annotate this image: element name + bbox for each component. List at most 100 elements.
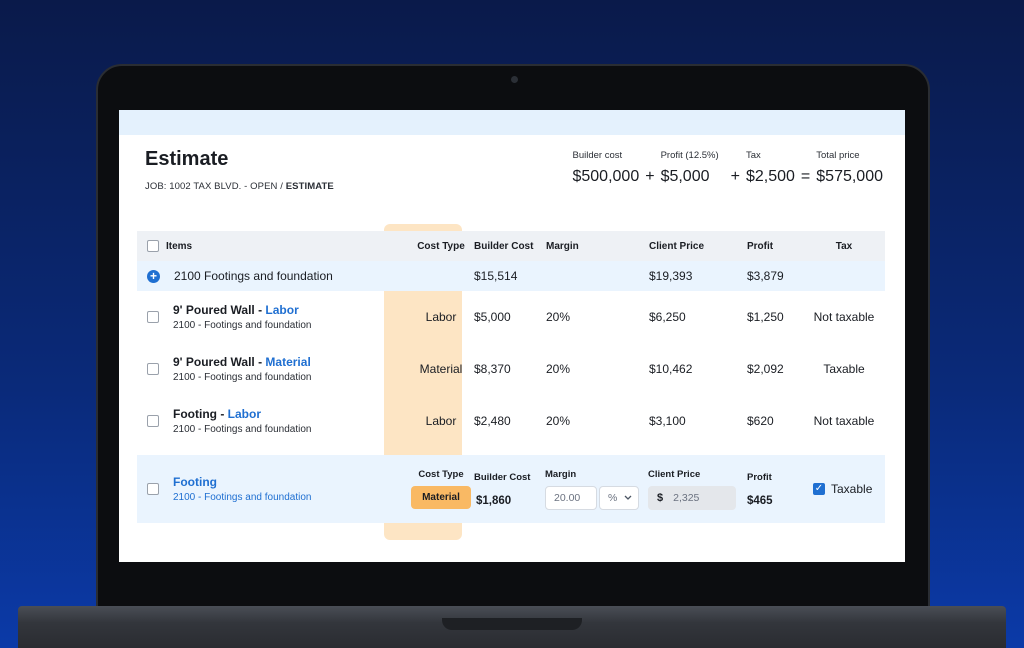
item-name-main: 9' Poured Wall - xyxy=(173,303,266,317)
breadcrumb-current: ESTIMATE xyxy=(285,181,334,192)
tax-status: Not taxable xyxy=(813,310,875,324)
cost-type-label: Cost Type xyxy=(418,469,464,480)
plus-operator: + xyxy=(645,168,655,185)
summary-value: $575,000 xyxy=(816,168,883,185)
item-name: 9' Poured Wall - Labor xyxy=(173,303,299,317)
profit: $2,092 xyxy=(747,362,784,376)
group-row[interactable]: + 2100 Footings and foundation $15,514 $… xyxy=(137,261,885,291)
profit-label: Profit xyxy=(747,471,772,483)
expand-cell: + xyxy=(147,261,160,291)
col-client-price[interactable]: Client Price xyxy=(649,231,704,261)
group-profit: $3,879 xyxy=(747,269,784,283)
summary-label: Tax xyxy=(745,150,761,161)
col-builder-cost[interactable]: Builder Cost xyxy=(474,231,533,261)
row-checkbox-cell xyxy=(147,343,159,395)
edit-row[interactable]: Footing 2100 - Footings and foundation C… xyxy=(137,455,885,523)
item-name-accent: Labor xyxy=(227,407,261,421)
item-cost-code: 2100 - Footings and foundation xyxy=(173,424,312,435)
app-screen: Estimate JOB: 1002 TAX BLVD. - OPEN / ES… xyxy=(119,110,905,562)
col-tax[interactable]: Tax xyxy=(804,231,884,261)
chevron-down-icon xyxy=(624,495,632,500)
group-name: 2100 Footings and foundation xyxy=(174,269,333,283)
cost-type: Material xyxy=(419,362,463,376)
breadcrumb-path[interactable]: JOB: 1002 TAX BLVD. - OPEN / xyxy=(145,181,286,192)
summary-label: Total price xyxy=(816,150,860,161)
margin-label: Margin xyxy=(545,468,577,480)
currency-symbol: $ xyxy=(657,491,664,504)
group-builder-cost: $15,514 xyxy=(474,269,518,283)
item-name-accent: Labor xyxy=(265,303,299,317)
page-header: Estimate JOB: 1002 TAX BLVD. - OPEN / ES… xyxy=(145,148,334,192)
client-price-input[interactable]: $ 2,325 xyxy=(648,485,736,510)
item-name[interactable]: Footing xyxy=(173,475,217,489)
table-row[interactable]: Footing - Labor 2100 - Footings and foun… xyxy=(137,395,885,447)
plus-operator: + xyxy=(730,168,740,185)
profit-value: $465 xyxy=(747,494,773,507)
expand-plus-icon[interactable]: + xyxy=(147,269,160,283)
equals-operator: = xyxy=(800,168,811,185)
summary-total: Total price $575,000 xyxy=(816,150,883,186)
cost-type: Labor xyxy=(425,414,457,428)
summary-value: $2,500 xyxy=(745,168,795,185)
profit: $1,250 xyxy=(747,310,784,324)
col-items[interactable]: Items xyxy=(166,231,192,261)
row-checkbox-cell xyxy=(147,395,159,447)
margin: 20% xyxy=(546,362,571,376)
estimate-summary: Builder cost $500,000 + Profit (12.5%) $… xyxy=(572,150,883,186)
col-cost-type[interactable]: Cost Type xyxy=(396,231,486,261)
row-checkbox[interactable] xyxy=(147,363,159,375)
client-price-value: 2,325 xyxy=(673,491,700,504)
cost-type-select[interactable]: Material xyxy=(411,486,471,509)
builder-cost: $8,370 xyxy=(474,362,511,376)
tax-edit: ✓ Taxable xyxy=(813,455,872,523)
taxable-checkbox[interactable]: ✓ xyxy=(813,483,825,495)
margin-unit-select[interactable]: % xyxy=(599,485,639,510)
summary-value: $5,000 xyxy=(660,168,710,185)
profit-edit: Profit $465 xyxy=(747,455,773,523)
margin: 20% xyxy=(546,310,571,324)
item-cell: 9' Poured Wall - Labor 2100 - Footings a… xyxy=(173,291,311,343)
row-checkbox-cell xyxy=(147,291,159,343)
laptop-base xyxy=(18,606,1006,648)
tax-status: Taxable xyxy=(823,362,865,376)
summary-label: Profit (12.5%) xyxy=(660,150,719,161)
select-all-cell xyxy=(147,231,159,261)
select-all-checkbox[interactable] xyxy=(147,240,159,252)
row-checkbox[interactable] xyxy=(147,415,159,427)
col-margin[interactable]: Margin xyxy=(546,231,579,261)
builder-cost-value: $1,860 xyxy=(476,494,512,507)
breadcrumb: JOB: 1002 TAX BLVD. - OPEN / ESTIMATE xyxy=(145,181,334,192)
item-name-main: Footing - xyxy=(173,407,228,421)
profit: $620 xyxy=(747,414,774,428)
group-client-price: $19,393 xyxy=(649,269,693,283)
summary-tax: Tax $2,500 xyxy=(746,150,795,186)
builder-cost-label: Builder Cost xyxy=(474,471,531,483)
item-cell: 9' Poured Wall - Material 2100 - Footing… xyxy=(173,343,311,395)
builder-cost: $2,480 xyxy=(474,414,511,428)
item-name-main: 9' Poured Wall - xyxy=(173,355,266,369)
item-name-accent: Material xyxy=(265,355,311,369)
margin-input[interactable]: 20.00 xyxy=(545,485,597,510)
estimate-table: Items Cost Type Builder Cost Margin Clie… xyxy=(137,231,885,523)
page-title: Estimate xyxy=(145,148,229,170)
margin-unit: % xyxy=(608,491,618,504)
camera-icon xyxy=(511,76,518,83)
client-price: $10,462 xyxy=(649,362,693,376)
client-price-edit: Client Price $ 2,325 xyxy=(648,455,736,523)
table-row[interactable]: 9' Poured Wall - Labor 2100 - Footings a… xyxy=(137,291,885,343)
client-price: $3,100 xyxy=(649,414,686,428)
row-checkbox[interactable] xyxy=(147,311,159,323)
cost-type-edit: Cost Type Material xyxy=(396,455,486,523)
table-header: Items Cost Type Builder Cost Margin Clie… xyxy=(137,231,885,261)
item-cost-code: 2100 - Footings and foundation xyxy=(173,320,312,331)
item-cell: Footing 2100 - Footings and foundation xyxy=(173,455,311,523)
col-profit[interactable]: Profit xyxy=(747,231,773,261)
summary-value: $500,000 xyxy=(572,168,640,185)
item-cell: Footing - Labor 2100 - Footings and foun… xyxy=(173,395,311,447)
table-row[interactable]: 9' Poured Wall - Material 2100 - Footing… xyxy=(137,343,885,395)
taxable-label: Taxable xyxy=(831,482,873,496)
summary-profit: Profit (12.5%) $5,000 xyxy=(661,150,719,186)
row-checkbox[interactable] xyxy=(147,483,159,495)
summary-builder-cost: Builder cost $500,000 xyxy=(572,150,639,186)
cost-type: Labor xyxy=(425,310,457,324)
